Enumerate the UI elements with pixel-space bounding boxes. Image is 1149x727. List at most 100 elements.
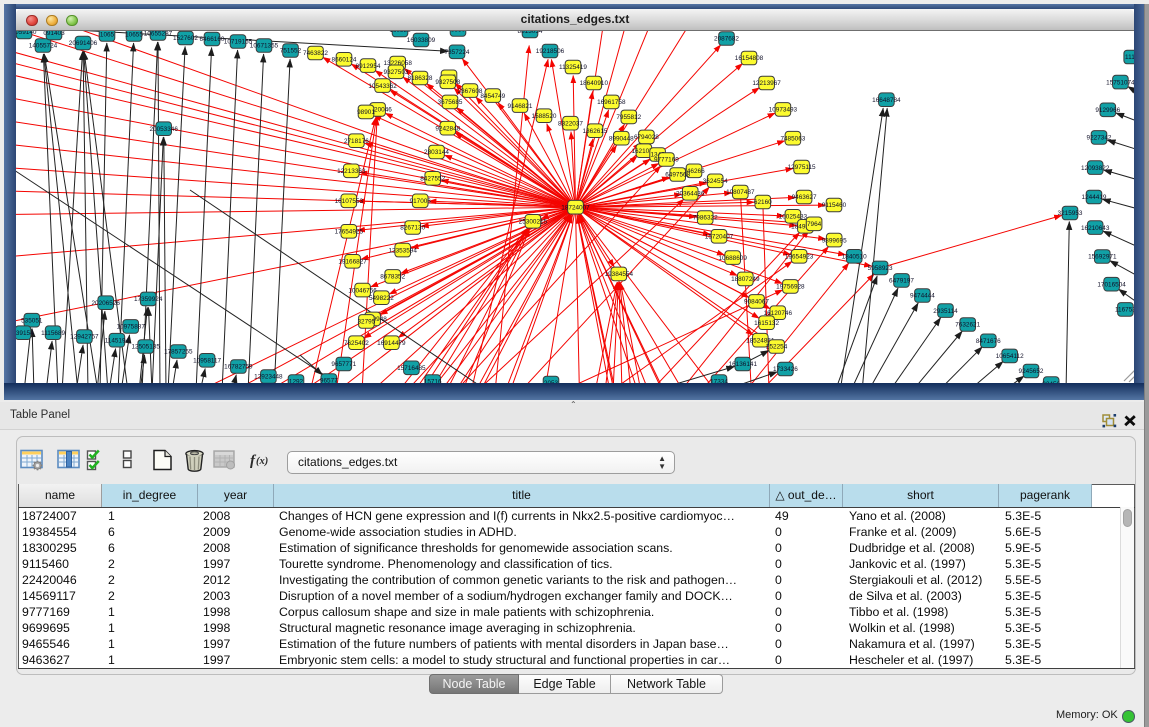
svg-text:9777169: 9777169 bbox=[654, 157, 679, 164]
svg-text:7986322: 7986322 bbox=[693, 215, 718, 222]
svg-text:10543362: 10543362 bbox=[368, 83, 397, 90]
svg-text:8660124: 8660124 bbox=[332, 57, 357, 64]
svg-text:9899695: 9899695 bbox=[822, 237, 847, 244]
svg-text:7485063: 7485063 bbox=[780, 135, 805, 142]
svg-text:10807487: 10807487 bbox=[726, 189, 755, 196]
svg-text:96577: 96577 bbox=[320, 378, 338, 383]
svg-text:16136141: 16136141 bbox=[729, 361, 758, 368]
svg-text:535051: 535051 bbox=[21, 317, 43, 324]
svg-text:8322037: 8322037 bbox=[558, 120, 583, 127]
svg-text:19654923: 19654923 bbox=[785, 254, 814, 261]
svg-text:8990448: 8990448 bbox=[609, 135, 634, 142]
svg-text:1112: 1112 bbox=[1125, 54, 1134, 61]
svg-text:16914479: 16914479 bbox=[377, 340, 406, 347]
svg-text:9245652: 9245652 bbox=[1019, 368, 1044, 375]
svg-text:16210643: 16210643 bbox=[1081, 225, 1110, 232]
svg-text:5958923: 5958923 bbox=[868, 265, 893, 272]
svg-text:18640910: 18640910 bbox=[580, 80, 609, 87]
svg-text:12942757: 12942757 bbox=[70, 334, 99, 341]
svg-text:1362615: 1362615 bbox=[583, 128, 608, 135]
svg-text:1115689: 1115689 bbox=[41, 330, 65, 337]
svg-text:8186328: 8186328 bbox=[408, 75, 433, 82]
svg-text:3624554: 3624554 bbox=[703, 178, 728, 185]
svg-text:17654925: 17654925 bbox=[335, 229, 364, 236]
svg-text:2367608: 2367608 bbox=[458, 88, 483, 95]
svg-text:9657771: 9657771 bbox=[331, 361, 356, 368]
svg-text:1733426: 1733426 bbox=[773, 366, 798, 373]
svg-text:15716485: 15716485 bbox=[397, 365, 426, 372]
svg-text:252254: 252254 bbox=[766, 344, 788, 351]
svg-text:10655: 10655 bbox=[125, 32, 143, 39]
svg-text:12923448: 12923448 bbox=[254, 374, 283, 381]
svg-text:10719155: 10719155 bbox=[224, 39, 253, 46]
svg-text:8267130: 8267130 bbox=[400, 225, 425, 232]
svg-text:98901: 98901 bbox=[357, 109, 375, 116]
svg-text:1615132: 1615132 bbox=[754, 320, 779, 327]
svg-text:2718176: 2718176 bbox=[344, 138, 369, 145]
svg-text:18724007: 18724007 bbox=[561, 204, 590, 211]
svg-text:12093822: 12093822 bbox=[1081, 165, 1110, 172]
svg-text:2935114: 2935114 bbox=[933, 308, 958, 315]
svg-text:12353594: 12353594 bbox=[388, 247, 417, 254]
svg-text:9084067: 9084067 bbox=[744, 299, 769, 306]
svg-text:9463627: 9463627 bbox=[792, 194, 817, 201]
svg-text:751552: 751552 bbox=[280, 48, 302, 55]
svg-text:20364436: 20364436 bbox=[676, 191, 705, 198]
svg-text:7463822: 7463822 bbox=[303, 50, 328, 57]
svg-text:6466160: 6466160 bbox=[200, 36, 225, 43]
svg-text:15716: 15716 bbox=[424, 379, 442, 383]
svg-text:17016504: 17016504 bbox=[1097, 281, 1126, 288]
svg-text:10654112: 10654112 bbox=[996, 353, 1024, 360]
svg-text:9146821: 9146821 bbox=[508, 103, 533, 110]
svg-text:19384554: 19384554 bbox=[605, 271, 634, 278]
svg-text:20206526: 20206526 bbox=[91, 300, 120, 307]
svg-text:17359924: 17359924 bbox=[134, 296, 163, 303]
svg-text:9327508: 9327508 bbox=[435, 79, 460, 86]
svg-text:7632621: 7632621 bbox=[955, 322, 980, 329]
svg-text:2059140: 2059140 bbox=[16, 31, 37, 36]
svg-text:15720407: 15720407 bbox=[705, 234, 734, 241]
svg-text:8427552: 8427552 bbox=[420, 176, 445, 183]
svg-text:19756928: 19756928 bbox=[776, 284, 805, 291]
svg-text:3215953: 3215953 bbox=[1058, 210, 1083, 217]
svg-text:16961758: 16961758 bbox=[597, 99, 626, 106]
svg-text:5498222: 5498222 bbox=[369, 295, 394, 302]
svg-text:1065: 1065 bbox=[100, 32, 115, 39]
svg-text:7357224: 7357224 bbox=[445, 49, 470, 56]
svg-text:160338: 160338 bbox=[389, 31, 411, 34]
svg-text:10973493: 10973493 bbox=[769, 107, 798, 114]
svg-text:9327503: 9327503 bbox=[384, 69, 409, 76]
svg-text:139154: 139154 bbox=[16, 330, 34, 337]
svg-text:1588520: 1588520 bbox=[532, 113, 557, 120]
svg-text:10688609: 10688609 bbox=[718, 255, 747, 262]
svg-text:17857255: 17857255 bbox=[164, 349, 193, 356]
svg-text:1527602: 1527602 bbox=[173, 35, 198, 42]
svg-text:1244419: 1244419 bbox=[1082, 194, 1107, 201]
svg-text:8912954: 8912954 bbox=[356, 63, 381, 70]
svg-text:12505135: 12505135 bbox=[131, 344, 160, 351]
svg-text:16033809: 16033809 bbox=[407, 37, 436, 44]
svg-text:10655287: 10655287 bbox=[144, 31, 173, 38]
svg-text:9227342: 9227342 bbox=[1087, 135, 1112, 142]
svg-text:9115460: 9115460 bbox=[822, 202, 847, 209]
svg-text:2803144: 2803144 bbox=[424, 149, 449, 156]
svg-text:10975887: 10975887 bbox=[116, 324, 145, 331]
svg-text:116753: 116753 bbox=[1115, 307, 1134, 314]
svg-text:091403: 091403 bbox=[43, 31, 65, 37]
svg-text:11325419: 11325419 bbox=[559, 64, 587, 71]
svg-text:12975115: 12975115 bbox=[788, 164, 816, 171]
svg-text:19218506: 19218506 bbox=[536, 48, 565, 55]
svg-text:7964: 7964 bbox=[807, 221, 822, 228]
svg-text:9242848: 9242848 bbox=[435, 125, 460, 132]
svg-text:18807249: 18807249 bbox=[731, 276, 760, 283]
svg-text:20691406: 20691406 bbox=[69, 40, 98, 47]
svg-text:14055724: 14055724 bbox=[29, 43, 58, 50]
svg-text:1840510: 1840510 bbox=[842, 254, 867, 261]
svg-text:15751074: 15751074 bbox=[1106, 79, 1134, 86]
svg-text:9129966: 9129966 bbox=[1095, 107, 1120, 114]
svg-text:16782759: 16782759 bbox=[224, 364, 253, 371]
svg-text:10046756: 10046756 bbox=[348, 287, 377, 294]
svg-text:12213967: 12213967 bbox=[752, 80, 781, 87]
svg-text:9474444: 9474444 bbox=[910, 293, 935, 300]
svg-text:8471676: 8471676 bbox=[976, 338, 1001, 345]
